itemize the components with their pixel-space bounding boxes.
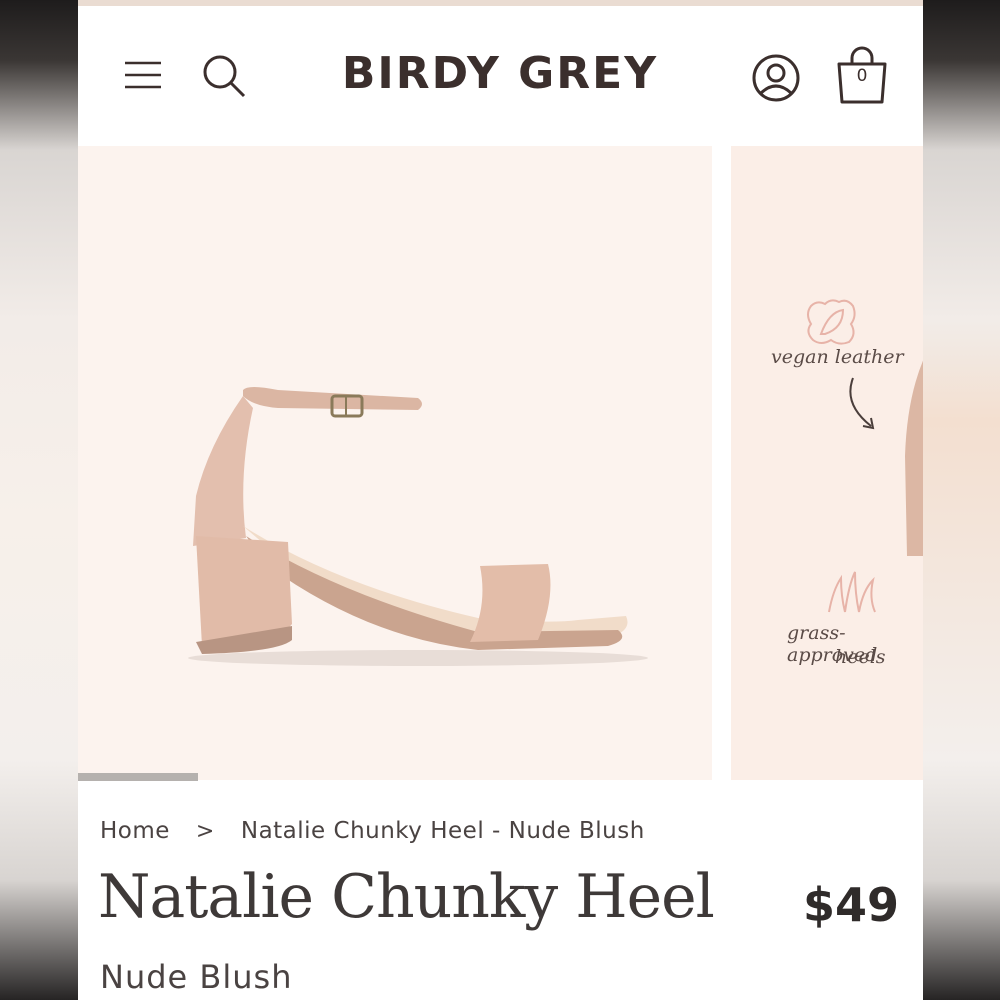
mobile-viewport: BIRDY GREY 0 vegan leather grass-approve… [78, 0, 923, 1000]
brand-logo[interactable]: BIRDY GREY [300, 48, 700, 99]
product-image-slide[interactable] [78, 146, 712, 780]
cart-count: 0 [856, 66, 868, 86]
left-backdrop [0, 0, 78, 1000]
arrow-icon [849, 377, 875, 430]
product-title: Natalie Chunky Heel [98, 862, 715, 932]
product-price: $49 [802, 878, 899, 932]
gallery-progress [78, 773, 712, 781]
right-backdrop [923, 0, 1000, 1000]
search-icon [203, 55, 246, 98]
grass-icon [828, 571, 876, 613]
feature-slide[interactable]: vegan leather grass-approved heels [731, 146, 923, 780]
feature-heels: heels [835, 646, 886, 668]
account-icon [752, 54, 800, 102]
breadcrumb-home[interactable]: Home [100, 818, 170, 844]
gallery-progress-fill [78, 773, 198, 781]
account-button[interactable] [748, 50, 804, 106]
cart-button[interactable]: 0 [834, 44, 890, 106]
breadcrumb-current: Natalie Chunky Heel - Nude Blush [240, 818, 645, 844]
product-gallery[interactable]: vegan leather grass-approved heels [78, 146, 923, 781]
search-button[interactable] [198, 50, 250, 102]
breadcrumb: Home > Natalie Chunky Heel - Nude Blush [100, 818, 645, 844]
leaf-icon [807, 299, 856, 345]
site-header: BIRDY GREY 0 [78, 6, 923, 146]
sandal-image [188, 387, 648, 666]
product-color: Nude Blush [100, 958, 293, 996]
shoe-partial-image [905, 360, 923, 556]
breadcrumb-separator: > [195, 819, 215, 844]
menu-icon [125, 61, 161, 89]
menu-button[interactable] [118, 50, 168, 100]
feature-vegan-leather: vegan leather [771, 346, 904, 368]
